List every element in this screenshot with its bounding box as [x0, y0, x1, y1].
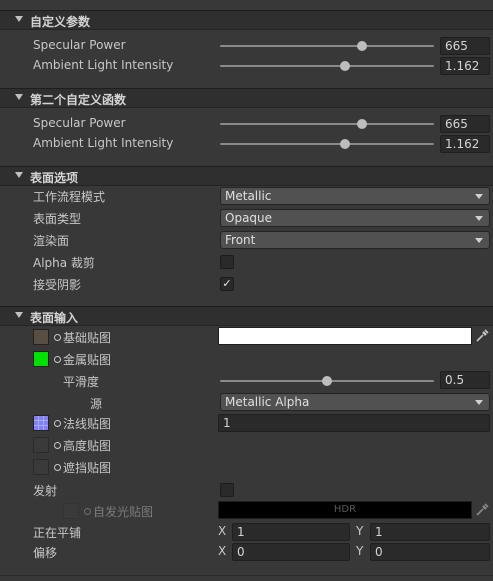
specular-power-label: Specular Power — [33, 116, 126, 130]
surface-type-dropdown[interactable]: Opaque — [220, 209, 490, 227]
object-picker-icon[interactable] — [54, 334, 61, 341]
object-picker-icon — [84, 508, 91, 515]
checkmark-icon: ✓ — [222, 277, 232, 290]
object-picker-icon[interactable] — [54, 464, 61, 471]
ambient-light-slider[interactable] — [220, 143, 434, 145]
metallic-map-texture-slot[interactable] — [33, 351, 49, 367]
specular-power-label: Specular Power — [33, 38, 126, 52]
tiling-y-axis-label: Y — [356, 524, 364, 538]
section-header-surface-options[interactable]: 表面选项 — [0, 166, 493, 186]
hdr-label: HDR — [333, 504, 357, 515]
specular-power-slider[interactable] — [220, 45, 434, 47]
chevron-down-icon — [475, 238, 483, 243]
tiling-x-axis-label: X — [218, 524, 227, 538]
render-face-label: 渲染面 — [33, 234, 70, 248]
alpha-clip-checkbox[interactable] — [220, 255, 234, 269]
smoothness-field[interactable]: 0.5 — [440, 371, 490, 389]
offset-label: 偏移 — [33, 546, 58, 560]
emission-map-label: 自发光贴图 — [93, 505, 154, 519]
normal-map-texture-slot[interactable] — [33, 415, 49, 431]
object-picker-icon[interactable] — [54, 442, 61, 449]
foldout-triangle-icon[interactable] — [15, 94, 23, 100]
tiling-y-field[interactable]: 1 — [370, 523, 490, 541]
emission-color-field: HDR — [218, 501, 472, 519]
source-label: 源 — [90, 397, 103, 411]
ambient-light-field[interactable]: 1.162 — [440, 57, 490, 75]
section-header-surface-inputs[interactable]: 表面输入 — [0, 306, 493, 326]
specular-power-field[interactable]: 665 — [440, 37, 490, 55]
bottom-divider — [0, 575, 493, 576]
smoothness-label: 平滑度 — [63, 375, 100, 389]
offset-x-field[interactable]: 0 — [232, 543, 350, 561]
render-face-value: Front — [225, 233, 256, 247]
normal-scale-field[interactable]: 1 — [218, 414, 490, 432]
surface-type-value: Opaque — [225, 211, 273, 225]
workflow-mode-dropdown[interactable]: Metallic — [220, 187, 490, 205]
base-color-field[interactable] — [218, 327, 472, 345]
height-map-label: 高度贴图 — [63, 439, 112, 453]
chevron-down-icon — [475, 194, 483, 199]
object-picker-icon[interactable] — [54, 420, 61, 427]
chevron-down-icon — [475, 400, 483, 405]
source-value: Metallic Alpha — [225, 395, 310, 409]
render-face-dropdown[interactable]: Front — [220, 231, 490, 249]
section-title: 表面输入 — [30, 311, 79, 325]
workflow-mode-label: 工作流程模式 — [33, 190, 106, 204]
surface-type-label: 表面类型 — [33, 212, 82, 226]
base-map-texture-slot[interactable] — [33, 329, 49, 345]
specular-power-field[interactable]: 665 — [440, 115, 490, 133]
emission-map-texture-slot — [63, 503, 79, 519]
ambient-light-field[interactable]: 1.162 — [440, 135, 490, 153]
workflow-mode-value: Metallic — [225, 189, 272, 203]
specular-power-slider-knob[interactable] — [357, 119, 367, 129]
foldout-triangle-icon[interactable] — [15, 172, 23, 178]
ambient-light-label: Ambient Light Intensity — [33, 58, 174, 72]
ambient-light-slider-knob[interactable] — [340, 61, 350, 71]
normal-map-label: 法线贴图 — [63, 417, 112, 431]
receive-shadows-checkbox[interactable]: ✓ — [220, 277, 234, 291]
section-header-custom-funcs[interactable]: 第二个自定义函数 — [0, 88, 493, 108]
occlusion-map-texture-slot[interactable] — [33, 459, 49, 475]
ambient-light-slider[interactable] — [220, 65, 434, 67]
section-header-custom-params[interactable]: 自定义参数 — [0, 10, 493, 30]
eyedropper-icon — [476, 503, 489, 516]
tiling-label: 正在平铺 — [33, 526, 82, 540]
ambient-light-label: Ambient Light Intensity — [33, 136, 174, 150]
section-title: 第二个自定义函数 — [30, 93, 127, 107]
specular-power-slider-knob[interactable] — [357, 41, 367, 51]
offset-x-axis-label: X — [218, 544, 227, 558]
emission-checkbox[interactable] — [220, 483, 234, 497]
ambient-light-slider-knob[interactable] — [340, 139, 350, 149]
chevron-down-icon — [475, 216, 483, 221]
metallic-map-label: 金属贴图 — [63, 353, 112, 367]
eyedropper-icon[interactable] — [475, 329, 489, 343]
offset-y-field[interactable]: 0 — [370, 543, 490, 561]
offset-y-axis-label: Y — [356, 544, 364, 558]
source-dropdown[interactable]: Metallic Alpha — [220, 393, 490, 411]
normal-map-grid-icon — [34, 416, 48, 430]
occlusion-map-label: 遮挡贴图 — [63, 461, 112, 475]
foldout-triangle-icon[interactable] — [15, 16, 23, 22]
tiling-x-field[interactable]: 1 — [232, 523, 350, 541]
specular-power-slider[interactable] — [220, 123, 434, 125]
base-map-label: 基础贴图 — [63, 331, 112, 345]
emission-label: 发射 — [33, 484, 58, 498]
section-title: 自定义参数 — [30, 15, 91, 29]
section-title: 表面选项 — [30, 171, 79, 185]
alpha-clip-label: Alpha 裁剪 — [33, 256, 95, 270]
height-map-texture-slot[interactable] — [33, 437, 49, 453]
receive-shadows-label: 接受阴影 — [33, 278, 82, 292]
object-picker-icon[interactable] — [54, 356, 61, 363]
foldout-triangle-icon[interactable] — [15, 312, 23, 318]
smoothness-slider-knob[interactable] — [322, 376, 332, 386]
